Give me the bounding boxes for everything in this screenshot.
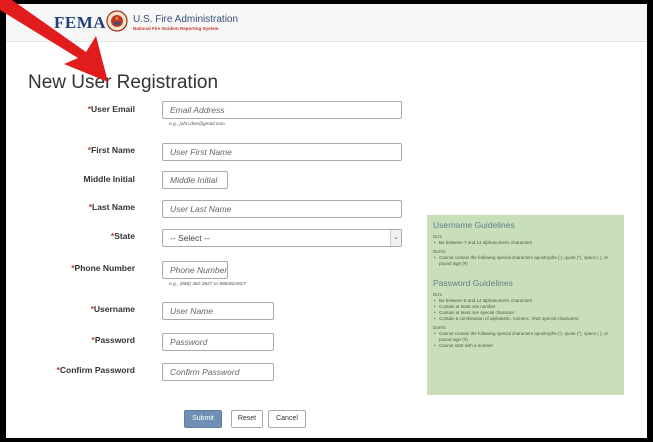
page-title: New User Registration xyxy=(28,72,219,93)
password-label: *Password xyxy=(92,335,135,345)
phone-label-text: Phone Number xyxy=(74,263,135,273)
cancel-button[interactable]: Cancel xyxy=(268,410,306,428)
list-item: Cannot contain the following special cha… xyxy=(433,331,618,343)
email-hint: e.g., john.doe@gmail.com xyxy=(169,122,225,127)
browser-frame: FEMA U.S. Fire Administration National F… xyxy=(6,4,647,438)
username-dos-label: Do's xyxy=(433,234,442,239)
password-donts-label: Don'ts xyxy=(433,325,446,330)
phone-field[interactable]: Phone Number xyxy=(162,261,228,279)
last-name-label: *Last Name xyxy=(89,202,135,212)
state-label: *State xyxy=(111,231,135,241)
password-dos-list: Be between 8 and 14 alphanumeric charact… xyxy=(433,298,618,322)
usfa-seal-icon xyxy=(106,10,128,32)
username-guidelines-title: Username Guidelines xyxy=(433,220,515,230)
middle-initial-label: Middle Initial xyxy=(83,174,135,184)
username-dos-list: Be between 7 and 14 alphanumeric charact… xyxy=(433,240,618,246)
password-dos-label: Do's xyxy=(433,292,442,297)
last-name-field[interactable]: User Last Name xyxy=(162,200,402,218)
state-label-text: State xyxy=(114,231,135,241)
reset-button[interactable]: Reset xyxy=(231,410,263,428)
site-header: FEMA U.S. Fire Administration National F… xyxy=(6,4,647,42)
list-item: Be between 7 and 14 alphanumeric charact… xyxy=(433,240,618,246)
state-select[interactable]: -- Select -- ⌄ xyxy=(162,229,402,247)
username-label: *Username xyxy=(91,304,135,314)
submit-button[interactable]: Submit xyxy=(184,410,222,428)
password-field[interactable]: Password xyxy=(162,333,274,351)
usfa-title: U.S. Fire Administration xyxy=(133,14,239,25)
email-label: *User Email xyxy=(88,104,135,114)
fema-logo[interactable]: FEMA xyxy=(54,13,106,33)
password-guidelines-title: Password Guidelines xyxy=(433,278,513,288)
usfa-subtitle: National Fire Incident Reporting System xyxy=(133,26,219,31)
middle-initial-field[interactable]: Middle Initial xyxy=(162,171,228,189)
email-field[interactable]: Email Address xyxy=(162,101,402,119)
username-donts-label: Don'ts xyxy=(433,249,446,254)
password-label-text: Password xyxy=(94,335,135,345)
last-name-label-text: Last Name xyxy=(92,202,135,212)
confirm-password-label: *Confirm Password xyxy=(57,365,135,375)
list-item: Contain a combination of alphabetic, num… xyxy=(433,316,618,322)
username-donts-list: Cannot contain the following special cha… xyxy=(433,255,618,267)
list-item: Cannot start with a number xyxy=(433,343,618,349)
phone-label: *Phone Number xyxy=(71,263,135,273)
email-label-text: User Email xyxy=(91,104,135,114)
phone-hint: e.g., (888) 382-3827 or 8883823827 xyxy=(169,282,247,287)
first-name-field[interactable]: User First Name xyxy=(162,143,402,161)
chevron-down-icon[interactable]: ⌄ xyxy=(390,230,401,246)
state-select-value: -- Select -- xyxy=(170,233,210,243)
confirm-password-label-text: Confirm Password xyxy=(59,365,135,375)
list-item: Cannot contain the following special cha… xyxy=(433,255,618,267)
confirm-password-field[interactable]: Confirm Password xyxy=(162,363,274,381)
username-label-text: Username xyxy=(93,304,135,314)
guidelines-panel: Username Guidelines Do's Be between 7 an… xyxy=(427,215,624,395)
username-field[interactable]: User Name xyxy=(162,302,274,320)
first-name-label: *First Name xyxy=(88,145,135,155)
first-name-label-text: First Name xyxy=(91,145,135,155)
password-donts-list: Cannot contain the following special cha… xyxy=(433,331,618,349)
